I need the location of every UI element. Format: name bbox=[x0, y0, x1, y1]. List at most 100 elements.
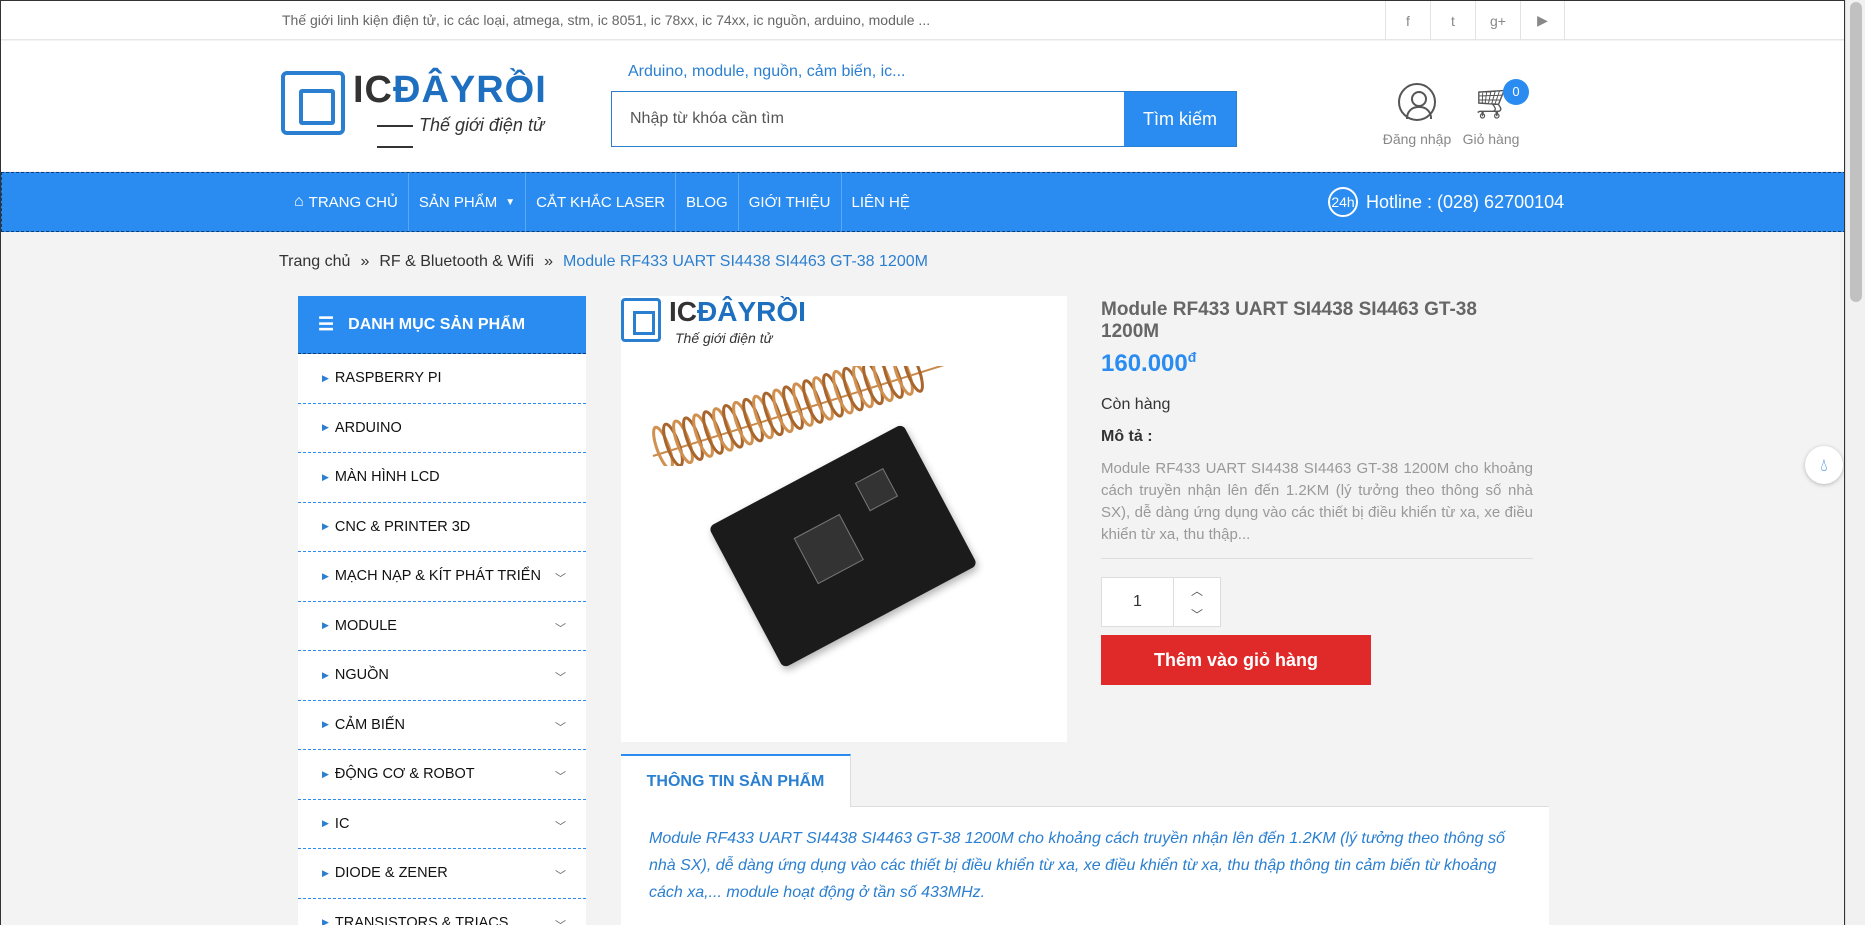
quantity-stepper: 1 ︿ ﹀ bbox=[1101, 577, 1221, 627]
breadcrumb-current[interactable]: Module RF433 UART SI4438 SI4463 GT-38 12… bbox=[563, 253, 928, 271]
site-tagline: Thế giới linh kiện điện tử, ic các loại,… bbox=[282, 12, 931, 28]
category-label: TRANSISTORS & TRIACS bbox=[334, 914, 509, 925]
nav-contact-label: LIÊN HỆ bbox=[851, 193, 910, 211]
category-label: CẢM BIẾN bbox=[334, 716, 406, 733]
quantity-input[interactable]: 1 bbox=[1102, 578, 1174, 626]
nav-blog-label: BLOG bbox=[686, 193, 728, 211]
login-label: Đăng nhập bbox=[1382, 131, 1452, 147]
sidebar-category-item[interactable]: ▶ RASPBERRY PI bbox=[298, 354, 586, 404]
home-icon: ⌂ bbox=[294, 193, 304, 210]
caret-right-icon: ▶ bbox=[322, 818, 329, 829]
chevron-down-icon[interactable]: ﹀ bbox=[555, 818, 566, 834]
hotline[interactable]: 24h Hotline : (028) 62700104 bbox=[1328, 187, 1564, 217]
phone-24h-icon: 24h bbox=[1328, 187, 1358, 217]
chevron-down-icon[interactable]: ﹀ bbox=[555, 917, 566, 925]
sidebar-category-item[interactable]: ▶ ĐỘNG CƠ & ROBOT ﹀ bbox=[298, 750, 586, 800]
chevron-down-icon[interactable]: ﹀ bbox=[555, 719, 566, 735]
chevron-down-icon[interactable]: ﹀ bbox=[1174, 602, 1220, 626]
caret-right-icon: ▶ bbox=[322, 471, 329, 482]
sidebar-category-item[interactable]: ▶ IC ﹀ bbox=[298, 800, 586, 849]
search-button[interactable]: Tìm kiếm bbox=[1124, 92, 1236, 146]
caret-right-icon: ▶ bbox=[322, 768, 329, 779]
sidebar-category-item[interactable]: ▶ MẠCH NẠP & KÍT PHÁT TRIỂN ﹀ bbox=[298, 552, 586, 602]
product-info: Module RF433 UART SI4438 SI4463 GT-38 12… bbox=[1101, 299, 1533, 685]
category-label: CNC & PRINTER 3D bbox=[334, 518, 471, 535]
twitter-icon[interactable]: t bbox=[1430, 1, 1475, 40]
category-sidebar: ☰ DANH MỤC SẢN PHẨM ▶ RASPBERRY PI ▶ ARDUIN… bbox=[298, 296, 586, 925]
cart-count-badge: 0 bbox=[1503, 79, 1529, 105]
scrollbar[interactable] bbox=[1845, 0, 1865, 925]
page: Thế giới linh kiện điện tử, ic các loại,… bbox=[0, 0, 1845, 925]
nav-home[interactable]: ⌂ TRANG CHỦ bbox=[284, 173, 409, 231]
top-bar: Thế giới linh kiện điện tử, ic các loại,… bbox=[1, 1, 1844, 40]
search-hint: Arduino, module, nguồn, cảm biến, ic... bbox=[628, 63, 906, 80]
nav-blog[interactable]: BLOG bbox=[676, 173, 739, 231]
currency-symbol: đ bbox=[1187, 349, 1197, 365]
caret-right-icon: ▶ bbox=[322, 570, 329, 581]
search-input[interactable] bbox=[612, 92, 1124, 146]
add-to-cart-button[interactable]: Thêm vào giỏ hàng bbox=[1101, 635, 1371, 685]
sidebar-category-item[interactable]: ▶ MÀN HÌNH LCD bbox=[298, 453, 586, 503]
nav-products-label: SẢN PHẨM bbox=[418, 193, 498, 211]
sidebar-category-item[interactable]: ▶ DIODE & ZENER ﹀ bbox=[298, 849, 586, 899]
nav-contact[interactable]: LIÊN HỆ bbox=[842, 173, 920, 231]
sidebar-category-item[interactable]: ▶ NGUỒN ﹀ bbox=[298, 651, 586, 701]
search-box: Tìm kiếm bbox=[611, 91, 1237, 147]
header: ICĐÂYRỒI Thế giới điện tử Arduino, modul… bbox=[1, 41, 1844, 171]
nav-home-label: TRANG CHỦ bbox=[308, 193, 398, 211]
nav-laser[interactable]: CẮT KHẮC LASER bbox=[526, 173, 677, 231]
chevron-down-icon[interactable]: ﹀ bbox=[555, 620, 566, 636]
breadcrumb-separator: » bbox=[360, 253, 370, 270]
sidebar-title: DANH MỤC SẢN PHẨM bbox=[348, 315, 526, 333]
logo-text: ICĐÂYRỒI bbox=[353, 69, 547, 111]
product-price: 160.000đ bbox=[1101, 349, 1197, 377]
caret-right-icon: ▶ bbox=[322, 372, 329, 383]
facebook-icon[interactable]: f bbox=[1385, 1, 1430, 40]
scrollbar-thumb[interactable] bbox=[1850, 2, 1862, 302]
category-label: RASPBERRY PI bbox=[334, 370, 442, 387]
caret-right-icon: ▶ bbox=[322, 422, 329, 433]
breadcrumb-home[interactable]: Trang chủ bbox=[279, 253, 350, 271]
login-link[interactable]: Đăng nhập bbox=[1379, 83, 1455, 147]
user-icon bbox=[1398, 83, 1436, 121]
chevron-down-icon[interactable]: ﹀ bbox=[555, 669, 566, 685]
chip-icon bbox=[281, 71, 345, 135]
category-label: DIODE & ZENER bbox=[334, 865, 448, 882]
caret-right-icon: ▶ bbox=[322, 620, 329, 631]
caret-down-icon: ▼ bbox=[505, 196, 516, 208]
chevron-down-icon[interactable]: ﹀ bbox=[555, 867, 566, 883]
caret-right-icon: ▶ bbox=[322, 719, 329, 730]
chip-icon bbox=[621, 298, 661, 342]
caret-right-icon: ▶ bbox=[322, 521, 329, 532]
main-nav: ⌂ TRANG CHỦ SẢN PHẨM ▼ CẮT KHẮC LASER BLOG… bbox=[1, 172, 1844, 232]
breadcrumb: Trang chủ » RF & Bluetooth & Wifi » Modu… bbox=[279, 253, 928, 271]
product-image[interactable]: ICĐÂYRỒI Thế giới điện tử bbox=[621, 296, 1067, 742]
sidebar-category-item[interactable]: ▶ TRANSISTORS & TRIACS ﹀ bbox=[298, 899, 586, 925]
product-tabs: THÔNG TIN SẢN PHẨM Module RF433 UART SI4… bbox=[621, 754, 1549, 925]
caret-right-icon: ▶ bbox=[322, 867, 329, 878]
category-list: ▶ RASPBERRY PI ▶ ARDUINO ▶ MÀN HÌNH LCD ▶ CNC &… bbox=[298, 354, 586, 925]
chevron-up-icon[interactable]: ︿ bbox=[1174, 578, 1220, 602]
nav-products[interactable]: SẢN PHẨM ▼ bbox=[409, 173, 527, 231]
chevron-down-icon[interactable]: ﹀ bbox=[555, 570, 566, 586]
category-label: NGUỒN bbox=[334, 667, 389, 684]
image-logo-slogan: Thế giới điện tử bbox=[675, 330, 773, 346]
google-plus-icon[interactable]: g+ bbox=[1475, 1, 1520, 40]
category-label: MÀN HÌNH LCD bbox=[334, 469, 440, 486]
sidebar-category-item[interactable]: ▶ ARDUINO bbox=[298, 404, 586, 453]
chevron-down-icon[interactable]: ﹀ bbox=[555, 768, 566, 784]
tab-content: Module RF433 UART SI4438 SI4463 GT-38 12… bbox=[621, 807, 1549, 925]
tab-product-info[interactable]: THÔNG TIN SẢN PHẨM bbox=[621, 754, 851, 807]
category-label: MẠCH NẠP & KÍT PHÁT TRIỂN bbox=[334, 568, 541, 585]
sidebar-category-item[interactable]: ▶ CẢM BIẾN ﹀ bbox=[298, 701, 586, 750]
category-label: ĐỘNG CƠ & ROBOT bbox=[334, 766, 475, 783]
sidebar-category-item[interactable]: ▶ CNC & PRINTER 3D bbox=[298, 503, 586, 552]
nav-about[interactable]: GIỚI THIỆU bbox=[739, 173, 842, 231]
site-logo[interactable]: ICĐÂYRỒI Thế giới điện tử bbox=[281, 67, 581, 139]
floating-widget-icon[interactable]: 💧︎ bbox=[1805, 446, 1843, 484]
social-links: f t g+ ▶ bbox=[1385, 1, 1565, 40]
sidebar-category-item[interactable]: ▶ MODULE ﹀ bbox=[298, 602, 586, 651]
youtube-icon[interactable]: ▶ bbox=[1520, 1, 1565, 40]
breadcrumb-category[interactable]: RF & Bluetooth & Wifi bbox=[379, 253, 534, 271]
hotline-text: Hotline : (028) 62700104 bbox=[1366, 191, 1565, 212]
